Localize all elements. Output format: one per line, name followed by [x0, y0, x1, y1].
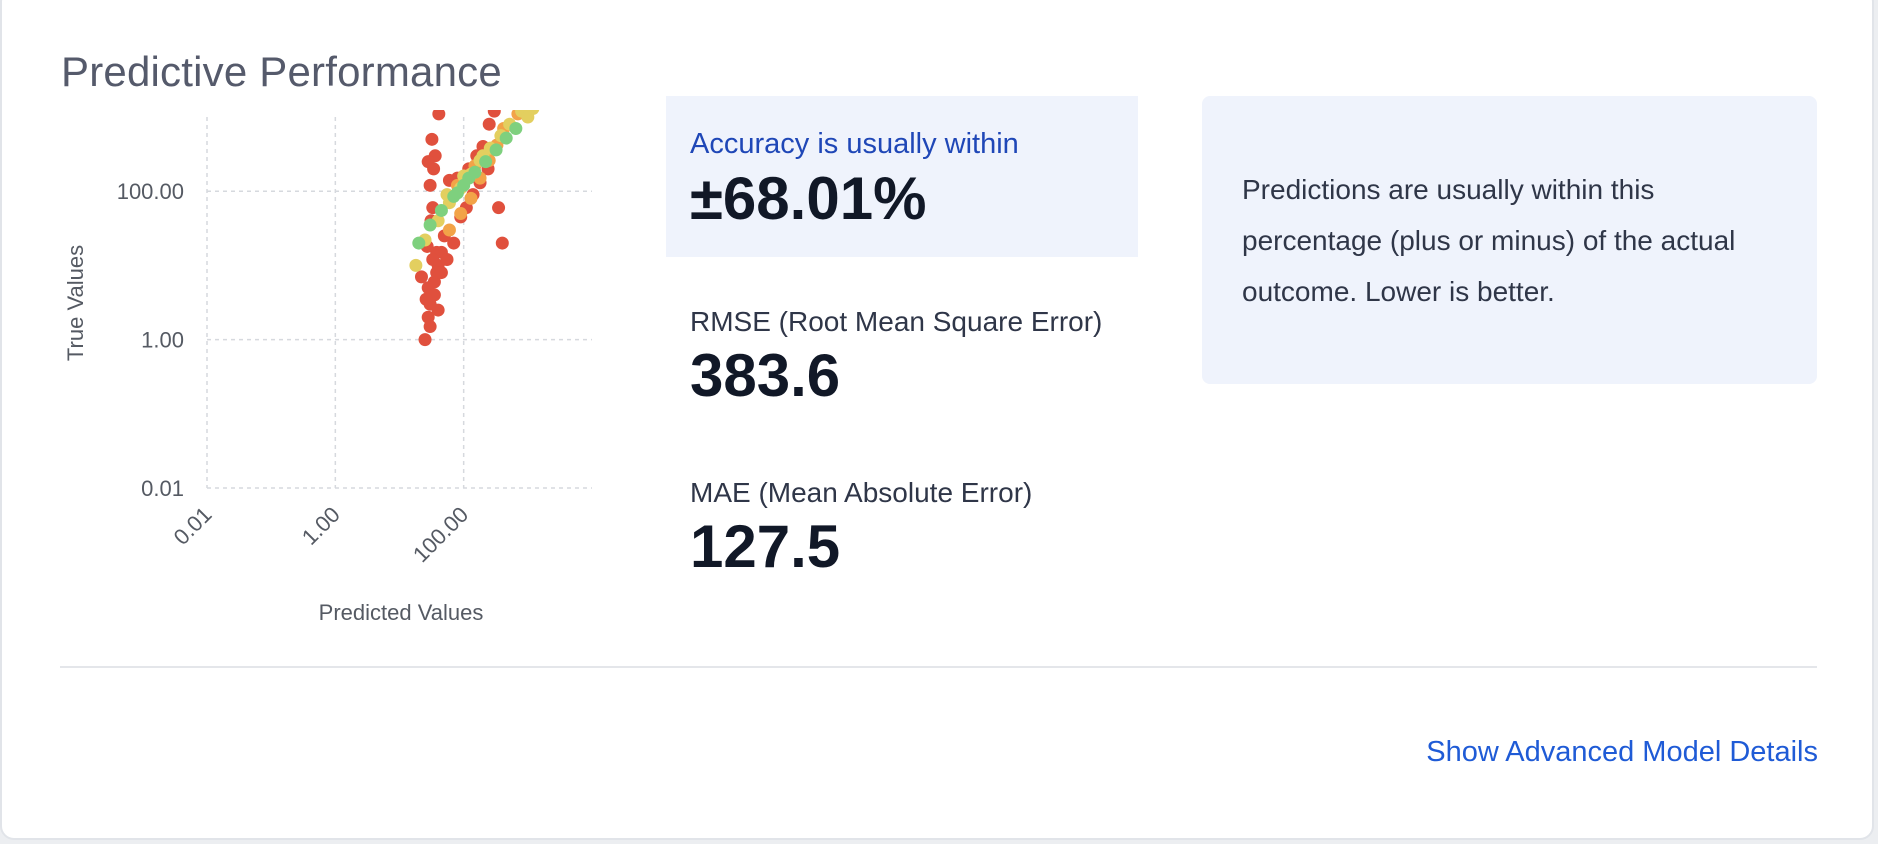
scatter-point	[487, 110, 501, 118]
x-tick-label: 100.00	[408, 502, 473, 567]
x-tick-label: 1.00	[297, 502, 345, 550]
scatter-point	[442, 223, 456, 237]
scatter-point	[479, 155, 493, 169]
mae-label: MAE (Mean Absolute Error)	[690, 477, 1033, 508]
info-text: Predictions are usually within this perc…	[1242, 174, 1736, 307]
rmse-value: 383.6	[690, 342, 841, 409]
scatter-point	[434, 203, 448, 217]
accuracy-value: ±68.01%	[690, 165, 927, 232]
scatter-point	[423, 320, 437, 334]
scatter-point	[462, 171, 476, 185]
x-tick-label: 0.01	[169, 502, 217, 550]
chart-grid	[206, 117, 592, 489]
y-tick-label: 1.00	[141, 328, 184, 353]
predicted-vs-true-scatter-chart: 100.00 1.00 0.010.01 1.00 100.00 True Values…	[63, 110, 592, 625]
scatter-point	[409, 258, 423, 272]
info-panel: Predictions are usually within this perc…	[1202, 96, 1817, 384]
y-tick-label: 0.01	[141, 476, 184, 501]
y-tick-label: 100.00	[117, 179, 184, 204]
y-axis-label: True Values	[63, 245, 88, 361]
scatter-point	[464, 191, 478, 205]
scatter-point	[431, 303, 445, 317]
scatter-point	[489, 143, 503, 157]
scatter-point	[509, 121, 523, 135]
scatter-point	[423, 178, 437, 192]
section-divider	[60, 666, 1817, 668]
mae-value: 127.5	[690, 513, 841, 580]
scatter-point	[499, 131, 513, 145]
accuracy-label: Accuracy is usually within	[690, 128, 1019, 160]
scatter-point	[492, 201, 506, 215]
scatter-point	[414, 270, 428, 284]
scatter-point	[482, 117, 496, 131]
scatter-point	[495, 236, 509, 250]
scatter-point	[412, 236, 426, 250]
scatter-point	[418, 333, 432, 347]
x-axis-label: Predicted Values	[319, 600, 484, 625]
show-advanced-model-details-link[interactable]: Show Advanced Model Details	[1426, 736, 1818, 769]
chart-points	[409, 110, 540, 347]
scatter-point	[423, 218, 437, 232]
scatter-point	[421, 155, 435, 169]
scatter-point	[419, 292, 433, 306]
scatter-point	[432, 110, 446, 121]
section-title: Predictive Performance	[61, 48, 502, 95]
scatter-point	[447, 236, 461, 250]
scatter-point	[426, 253, 440, 267]
scatter-point	[425, 132, 439, 146]
scatter-point	[454, 207, 468, 221]
rmse-label: RMSE (Root Mean Square Error)	[690, 306, 1103, 337]
scatter-point	[440, 253, 454, 267]
scatter-point	[434, 266, 448, 280]
scatter-point	[450, 186, 464, 200]
